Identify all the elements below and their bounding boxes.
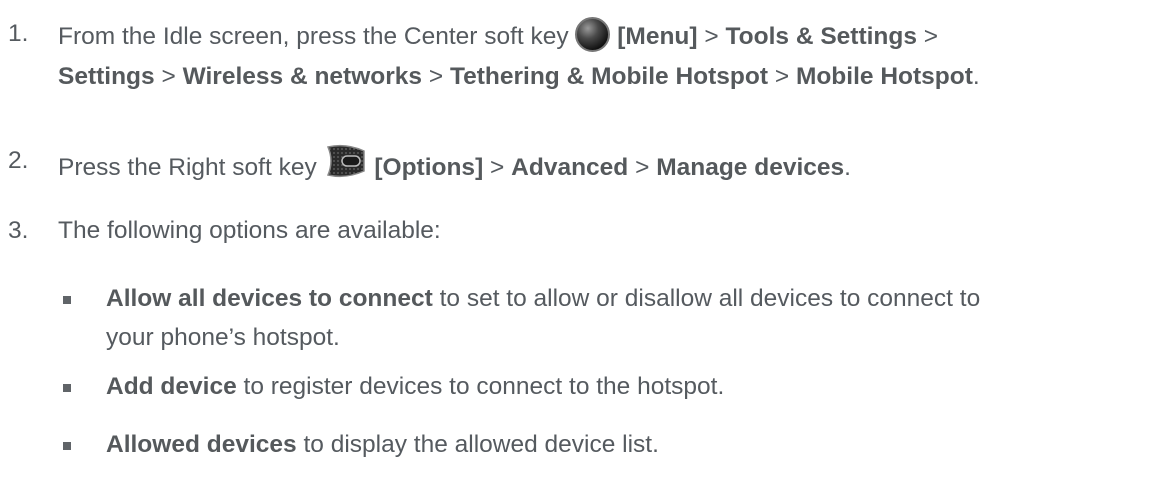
separator: > [635,153,650,181]
menu-key-label: [Menu] [617,22,698,50]
option-add-device: Add device to register devices to connec… [106,373,724,401]
step-number-3: 3. [8,217,29,244]
option-term-allow-all: Allow all devices to connect [106,285,433,312]
step-1-line-2: Settings > Wireless & networks > Tetheri… [58,63,980,91]
separator: > [428,63,444,90]
step-1-line-1: From the Idle screen, press the Center s… [58,17,939,55]
menu-item-advanced: Advanced [511,153,629,181]
menu-item-settings: Settings [58,63,155,90]
bullet-icon [63,442,71,450]
center-soft-key-icon [575,17,611,52]
option-desc-add-device: to register devices to connect to the ho… [243,373,725,400]
step-number-1: 1. [8,20,29,47]
menu-item-tools-settings: Tools & Settings [725,22,917,50]
separator: > [704,22,719,50]
option-allow-all-line-1: Allow all devices to connect to set to a… [106,285,980,313]
option-desc-allow-all: to set to allow or disallow all devices … [439,285,981,312]
option-term-allowed-devices: Allowed devices [106,431,297,458]
right-soft-key-icon [324,143,368,186]
option-allowed-devices: Allowed devices to display the allowed d… [106,431,659,459]
step-2-text: Press the Right soft key [58,153,317,181]
menu-item-wireless-networks: Wireless & networks [182,63,423,90]
bullet-icon [63,296,71,304]
step-1-text: From the Idle screen, press the Center s… [58,22,569,50]
period: . [844,153,851,181]
period: . [972,63,980,90]
separator: > [490,153,505,181]
options-key-label: [Options] [374,153,484,181]
option-term-add-device: Add device [106,373,237,400]
menu-item-mobile-hotspot: Mobile Hotspot [795,63,973,90]
separator: > [923,22,939,50]
step-number-2: 2. [8,147,29,174]
bullet-icon [63,384,71,392]
menu-item-manage-devices: Manage devices [656,153,845,181]
step-3-text: The following options are available: [58,217,441,244]
option-allow-all-line-2: your phone’s hotspot. [106,324,340,351]
option-desc-allowed-devices: to display the allowed device list. [303,431,659,458]
step-2-line: Press the Right soft key [Options] > Adv… [58,144,851,190]
separator: > [161,63,176,90]
separator: > [774,63,790,90]
menu-item-tethering: Tethering & Mobile Hotspot [449,63,768,90]
